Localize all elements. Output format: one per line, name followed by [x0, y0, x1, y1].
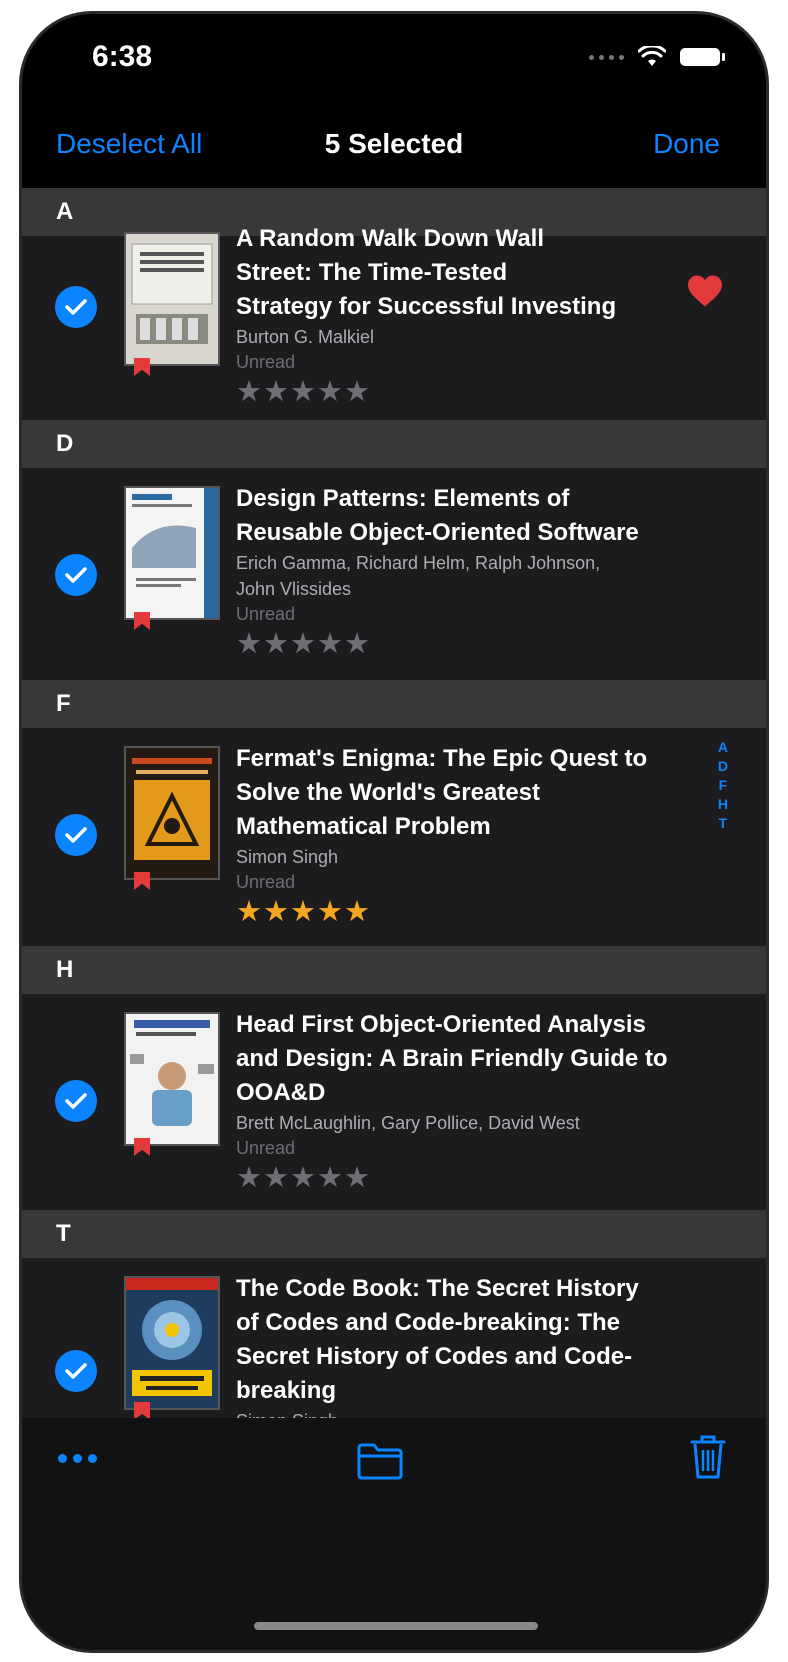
- star-rating[interactable]: ★★★★★: [236, 626, 706, 662]
- book-info: Head First Object-Oriented Analysis and …: [236, 1008, 706, 1196]
- checkmark-circle-icon[interactable]: [55, 554, 97, 596]
- status-time: 6:38: [92, 40, 153, 73]
- section-index[interactable]: A D F H T: [718, 738, 728, 833]
- book-title-line: OOA&D: [236, 1079, 326, 1106]
- book-title-line: Mathematical Problem: [236, 813, 491, 840]
- star-rating[interactable]: ★★★★★: [236, 374, 706, 410]
- heart-icon[interactable]: [686, 274, 724, 308]
- book-list[interactable]: A A Random Walk Down Wall Street: The Ti…: [22, 188, 766, 1518]
- book-title-line: Solve the World's Greatest: [236, 779, 541, 806]
- bookmark-icon: [134, 1138, 150, 1156]
- book-author: Erich Gamma, Richard Helm, Ralph Johnson…: [236, 553, 601, 573]
- section-header-t: T: [22, 1210, 766, 1258]
- read-status: Unread: [236, 352, 296, 372]
- bookmark-icon: [134, 612, 150, 630]
- book-cover: [124, 232, 220, 366]
- book-title-line: of Codes and Code-breaking: The: [236, 1309, 621, 1336]
- book-info: A Random Walk Down Wall Street: The Time…: [236, 222, 706, 410]
- navigation-bar: Deselect All 5 Selected Done: [22, 106, 766, 188]
- trash-icon[interactable]: [690, 1434, 726, 1480]
- read-status: Unread: [236, 604, 296, 624]
- book-info: The Code Book: The Secret History of Cod…: [236, 1272, 706, 1434]
- book-title-line: Street: The Time-Tested: [236, 259, 508, 286]
- index-letter[interactable]: D: [718, 757, 728, 776]
- star-rating[interactable]: ★★★★★: [236, 1160, 706, 1196]
- home-indicator[interactable]: [254, 1622, 538, 1630]
- folder-icon[interactable]: [356, 1442, 404, 1480]
- book-title-line: The Code Book: The Secret History: [236, 1275, 639, 1302]
- book-title-line: Head First Object-Oriented Analysis: [236, 1011, 646, 1038]
- book-author: Brett McLaughlin, Gary Pollice, David We…: [236, 1113, 580, 1133]
- index-letter[interactable]: F: [719, 776, 728, 795]
- index-letter[interactable]: A: [718, 738, 728, 757]
- book-cover: [124, 1012, 220, 1146]
- ellipsis-icon[interactable]: [58, 1454, 97, 1463]
- checkmark-circle-icon[interactable]: [55, 814, 97, 856]
- book-title-line: Fermat's Enigma: The Epic Quest to: [236, 745, 648, 772]
- bottom-toolbar: [22, 1418, 766, 1650]
- book-row[interactable]: A Random Walk Down Wall Street: The Time…: [22, 225, 766, 420]
- section-header-d: D: [22, 420, 766, 468]
- book-title-line: Design Patterns: Elements of: [236, 485, 570, 512]
- checkmark-circle-icon[interactable]: [55, 1350, 97, 1392]
- battery-icon: [680, 48, 725, 66]
- book-title-line: Secret History of Codes and Code-: [236, 1343, 633, 1370]
- book-cover: [124, 746, 220, 880]
- book-row[interactable]: Design Patterns: Elements of Reusable Ob…: [22, 468, 766, 680]
- book-title-line: breaking: [236, 1377, 337, 1404]
- star-rating[interactable]: ★★★★★: [236, 894, 706, 930]
- status-bar: 6:38: [22, 14, 766, 106]
- book-row[interactable]: Head First Object-Oriented Analysis and …: [22, 994, 766, 1210]
- signal-icon: [589, 54, 624, 60]
- book-info: Design Patterns: Elements of Reusable Ob…: [236, 482, 706, 662]
- book-cover: [124, 486, 220, 620]
- book-title-line: Reusable Object-Oriented Software: [236, 519, 639, 546]
- read-status: Unread: [236, 1138, 296, 1158]
- checkmark-circle-icon[interactable]: [55, 286, 97, 328]
- bookmark-icon: [134, 358, 150, 376]
- checkmark-circle-icon[interactable]: [55, 1080, 97, 1122]
- book-info: Fermat's Enigma: The Epic Quest to Solve…: [236, 742, 706, 930]
- index-letter[interactable]: H: [718, 795, 728, 814]
- book-cover: [124, 1276, 220, 1410]
- bookmark-icon: [134, 872, 150, 890]
- section-header-h: H: [22, 946, 766, 994]
- book-row[interactable]: Fermat's Enigma: The Epic Quest to Solve…: [22, 728, 766, 946]
- book-author: John Vlissides: [236, 579, 352, 599]
- read-status: Unread: [236, 872, 296, 892]
- book-title-line: A Random Walk Down Wall: [236, 225, 545, 252]
- wifi-icon: [638, 46, 666, 66]
- phone-frame: 6:38 Deselect All 5 Selected Done A A Ra…: [22, 14, 766, 1650]
- section-header-f: F: [22, 680, 766, 728]
- book-title-line: and Design: A Brain Friendly Guide to: [236, 1045, 668, 1072]
- status-icons: [589, 46, 725, 68]
- done-button[interactable]: Done: [653, 128, 720, 160]
- book-author: Simon Singh: [236, 847, 339, 867]
- index-letter[interactable]: T: [719, 814, 728, 833]
- book-author: Burton G. Malkiel: [236, 327, 375, 347]
- book-title-line: Strategy for Successful Investing: [236, 293, 617, 320]
